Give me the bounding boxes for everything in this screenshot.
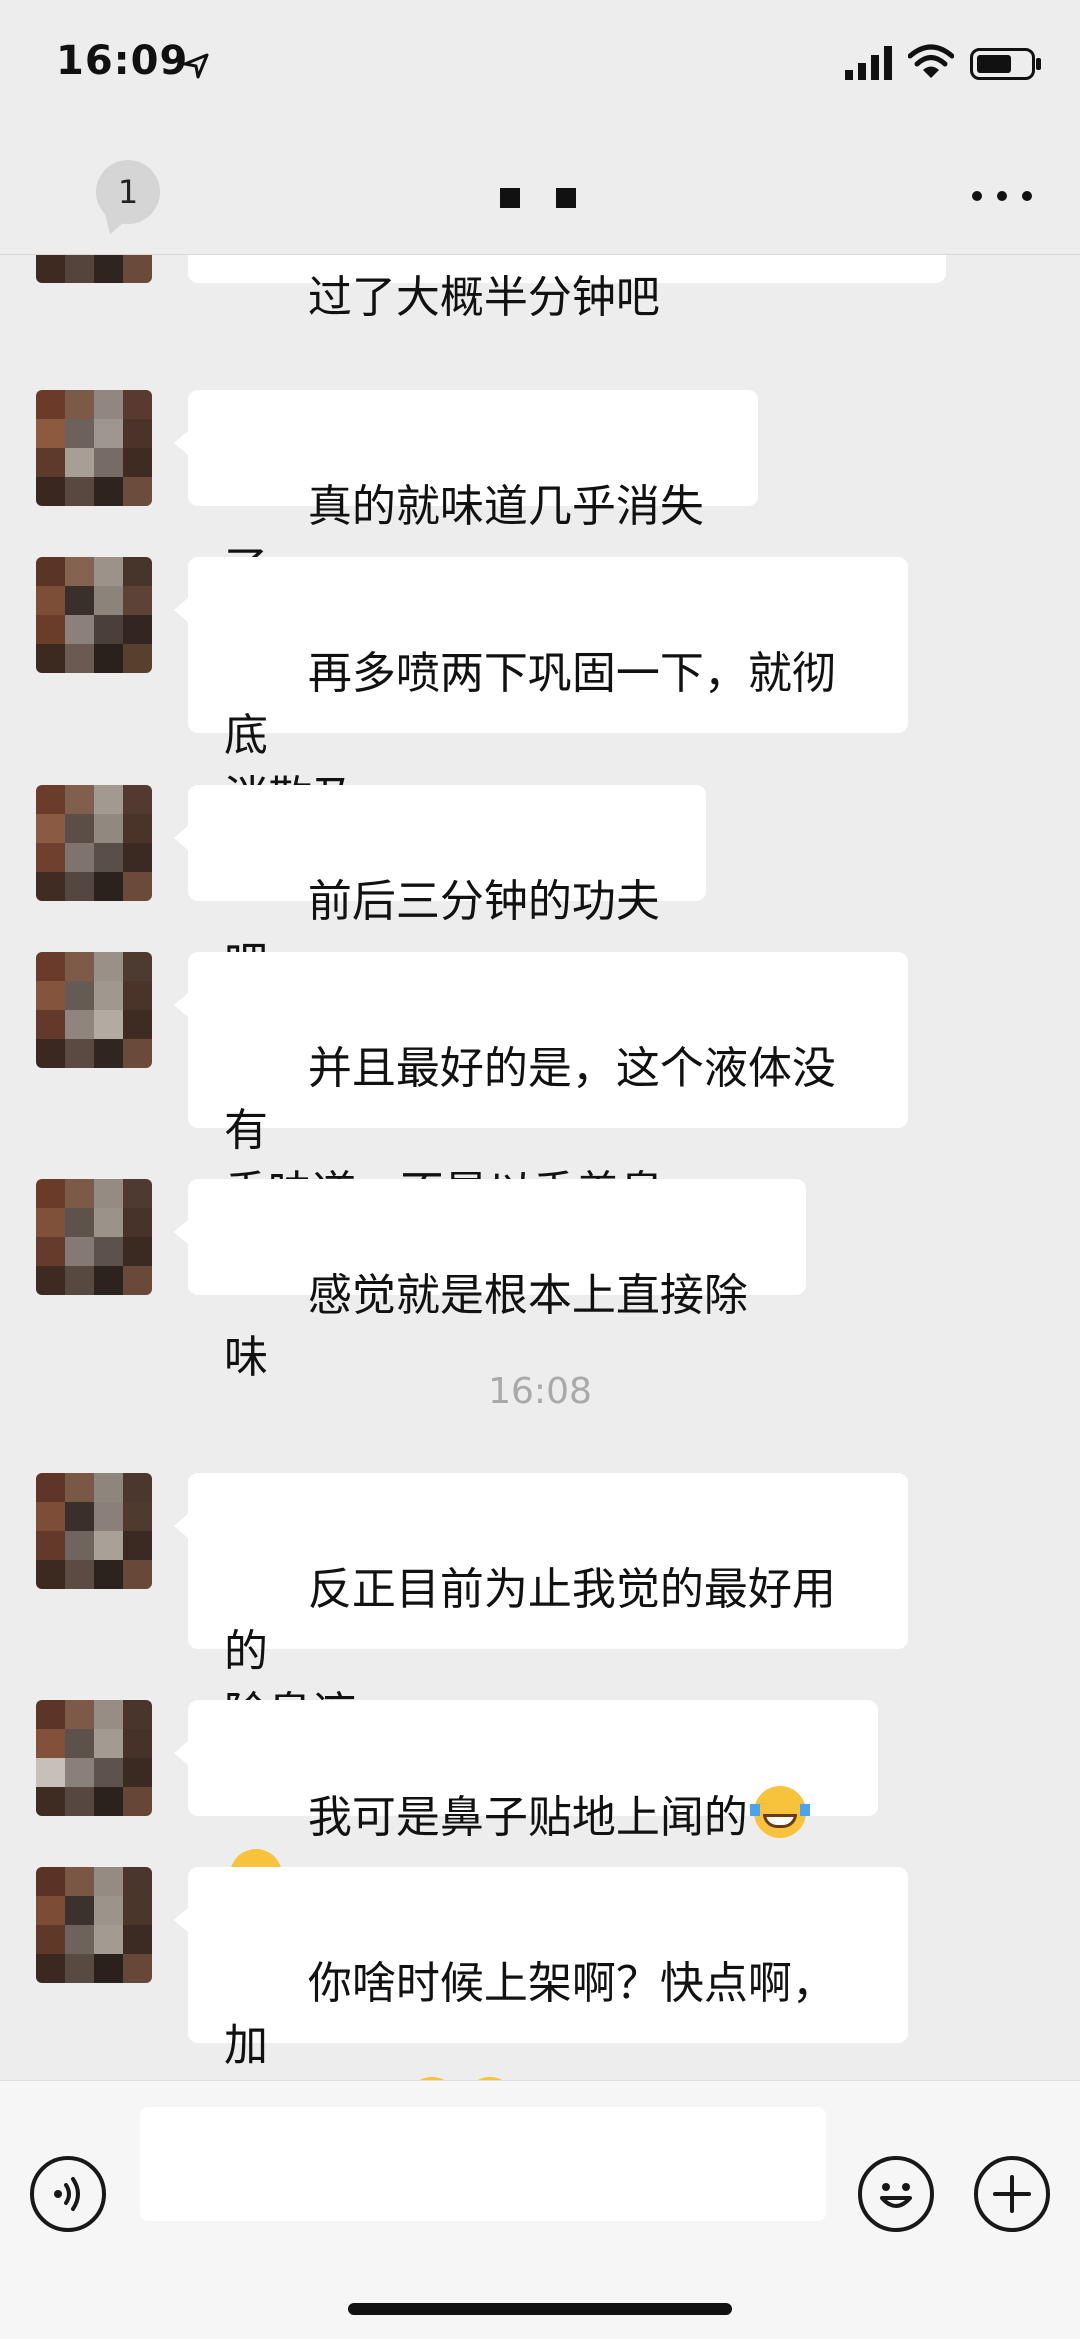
message-bubble[interactable]: 反正目前为止我觉的最好用的 除臭液 xyxy=(174,1473,908,1739)
avatar[interactable] xyxy=(36,1473,152,1589)
message-input[interactable] xyxy=(140,2107,826,2221)
message-text: 感觉就是根本上直接除味 xyxy=(224,1270,748,1383)
status-bar: 16:09 xyxy=(0,0,1080,140)
battery-icon xyxy=(970,48,1041,80)
message-text: 你啥时候上架啊？快点啊，加 快点速度 xyxy=(224,1958,836,2071)
emoji-icon[interactable] xyxy=(858,2156,934,2232)
message-text: 我可是鼻子贴地上闻的 xyxy=(307,1792,748,1843)
unread-count-badge: 1 xyxy=(117,173,139,211)
avatar[interactable] xyxy=(36,1700,152,1816)
more-icon[interactable] xyxy=(972,176,1032,216)
location-arrow-icon xyxy=(183,53,209,79)
avatar[interactable] xyxy=(36,785,152,901)
message-bubble[interactable]: 我可是鼻子贴地上闻的 xyxy=(174,1700,878,1901)
avatar[interactable] xyxy=(36,1867,152,1983)
message-list[interactable]: 过了大概半分钟吧 真的就味道几乎消失了 再多喷两下巩固一下，就彻底 消散乃 xyxy=(0,255,1080,2080)
cellular-signal-icon xyxy=(845,46,892,80)
input-bar xyxy=(0,2080,1080,2339)
chat-header: 1 xyxy=(0,140,1080,255)
voice-icon[interactable] xyxy=(30,2156,106,2232)
status-time: 16:09 xyxy=(56,38,189,84)
avatar[interactable] xyxy=(36,390,152,506)
message-bubble[interactable]: 真的就味道几乎消失了 xyxy=(174,390,758,594)
avatar[interactable] xyxy=(36,952,152,1068)
back-button[interactable]: 1 xyxy=(96,160,160,224)
face-with-tears-of-joy-icon xyxy=(749,1786,810,1838)
message-bubble[interactable]: 并且最好的是，这个液体没有 香味道，不是以香盖臭 xyxy=(174,952,908,1218)
message-bubble[interactable]: 再多喷两下巩固一下，就彻底 消散乃 xyxy=(174,557,908,823)
chat-title xyxy=(500,188,578,208)
message-text: 过了大概半分钟吧 xyxy=(307,272,660,323)
message-bubble[interactable]: 过了大概半分钟吧 xyxy=(188,255,946,323)
avatar[interactable] xyxy=(36,1179,152,1295)
message-bubble[interactable]: 你啥时候上架啊？快点啊，加 快点速度 xyxy=(174,1867,908,2080)
avatar[interactable] xyxy=(36,255,152,283)
plus-icon[interactable] xyxy=(974,2156,1050,2232)
home-indicator xyxy=(348,2303,732,2315)
message-bubble[interactable]: 前后三分钟的功夫吧 xyxy=(174,785,706,989)
message-bubble[interactable]: 感觉就是根本上直接除味 xyxy=(174,1179,806,1383)
message-timestamp: 16:08 xyxy=(488,1371,592,1412)
wifi-icon xyxy=(908,44,954,78)
avatar[interactable] xyxy=(36,557,152,673)
